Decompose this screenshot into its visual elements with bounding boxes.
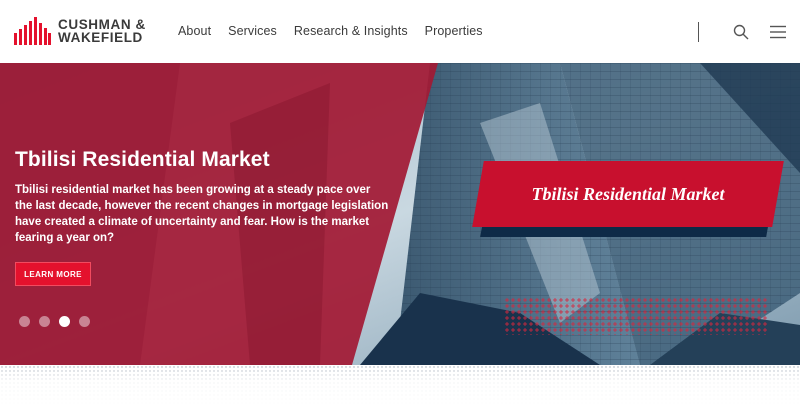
carousel-dot-2[interactable]	[39, 316, 50, 327]
brand-logo[interactable]: CUSHMAN & WAKEFIELD	[14, 17, 146, 45]
nav-item-services[interactable]: Services	[228, 24, 277, 38]
brand-line-2: WAKEFIELD	[58, 30, 143, 45]
main-nav: About Services Research & Insights Prope…	[178, 24, 500, 38]
hamburger-menu-icon[interactable]	[770, 25, 786, 39]
carousel-dot-3-active[interactable]	[59, 316, 70, 327]
hero-carousel: Tbilisi Residential Market Tbilisi resid…	[0, 63, 800, 365]
dotted-divider-fade	[0, 365, 800, 407]
nav-item-properties[interactable]: Properties	[425, 24, 483, 38]
nav-item-research-insights[interactable]: Research & Insights	[294, 24, 408, 38]
feature-card-title: Tbilisi Residential Market	[531, 183, 725, 204]
learn-more-button[interactable]: LEARN MORE	[15, 262, 91, 286]
nav-item-about[interactable]: About	[178, 24, 211, 38]
hero-title: Tbilisi Residential Market	[15, 148, 270, 171]
hero-description: Tbilisi residential market has been grow…	[15, 184, 389, 244]
search-icon[interactable]	[733, 24, 749, 40]
carousel-dot-4[interactable]	[79, 316, 90, 327]
hero-text-block: Tbilisi Residential Market Tbilisi resid…	[15, 148, 390, 246]
brand-name: CUSHMAN & WAKEFIELD	[58, 18, 146, 45]
site-header: CUSHMAN & WAKEFIELD About Services Resea…	[0, 0, 800, 63]
logo-mark-icon	[14, 17, 51, 45]
carousel-pagination	[19, 316, 90, 327]
header-divider	[698, 22, 699, 42]
carousel-dot-1[interactable]	[19, 316, 30, 327]
